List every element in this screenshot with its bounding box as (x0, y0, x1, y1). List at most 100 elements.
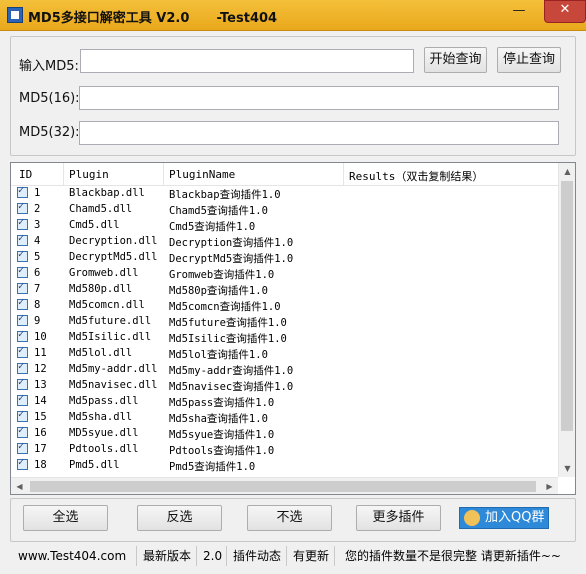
status-update-state: 有更新 (289, 546, 335, 566)
row-plugin-name: Blackbap查询插件1.0 (169, 189, 281, 201)
table-row[interactable]: 4 Decryption.dll Decryption查询插件1.0 (11, 233, 560, 250)
table-row[interactable]: 3 Cmd5.dll Cmd5查询插件1.0 (11, 217, 560, 234)
row-id: 11 (34, 347, 47, 359)
table-row[interactable]: 14 Md5pass.dll Md5pass查询插件1.0 (11, 393, 560, 410)
select-none-button[interactable]: 不选 (247, 505, 332, 531)
row-checkbox[interactable] (17, 329, 28, 342)
status-latest-version-label: 最新版本 (139, 546, 197, 566)
scroll-up-arrow-icon[interactable]: ▲ (559, 163, 575, 180)
header-plugin-name[interactable]: PluginName (169, 168, 235, 181)
row-id: 5 (34, 251, 41, 263)
table-row[interactable]: 5 DecryptMd5.dll DecryptMd5查询插件1.0 (11, 249, 560, 266)
join-qq-group-button[interactable]: 加入QQ群 (459, 507, 549, 529)
row-id: 13 (34, 379, 47, 391)
row-plugin: Md5Isilic.dll (69, 331, 152, 343)
row-checkbox[interactable] (17, 233, 28, 246)
table-row[interactable]: 10 Md5Isilic.dll Md5Isilic查询插件1.0 (11, 329, 560, 346)
vertical-scroll-thumb[interactable] (561, 181, 573, 431)
stop-query-button[interactable]: 停止查询 (497, 47, 561, 73)
more-plugins-button[interactable]: 更多插件 (356, 505, 441, 531)
row-plugin-name: Md5lol查询插件1.0 (169, 349, 268, 361)
md5-input-label: 输入MD5: (19, 59, 79, 74)
row-plugin: Md5my-addr.dll (69, 363, 158, 375)
grid-rows: 1 Blackbap.dll Blackbap查询插件1.0 2 Chamd5.dll C… (11, 185, 560, 474)
row-plugin-name: Decryption查询插件1.0 (169, 237, 294, 249)
row-checkbox[interactable] (17, 281, 28, 294)
row-plugin: Md5pass.dll (69, 395, 139, 407)
row-checkbox[interactable] (17, 457, 28, 470)
row-plugin-name: Md5my-addr查询插件1.0 (169, 365, 294, 377)
row-plugin: MD5syue.dll (69, 427, 139, 439)
row-checkbox[interactable] (17, 185, 28, 198)
row-checkbox[interactable] (17, 265, 28, 278)
row-plugin: DecryptMd5.dll (69, 251, 158, 263)
table-row[interactable]: 7 Md580p.dll Md580p查询插件1.0 (11, 281, 560, 298)
minimize-button[interactable]: — (506, 2, 532, 22)
row-plugin-name: Md5future查询插件1.0 (169, 317, 287, 329)
md5-input[interactable] (80, 49, 414, 73)
table-row[interactable]: 11 Md5lol.dll Md5lol查询插件1.0 (11, 345, 560, 362)
row-plugin-name: Md5syue查询插件1.0 (169, 429, 275, 441)
row-checkbox[interactable] (17, 201, 28, 214)
scroll-down-arrow-icon[interactable]: ▼ (559, 460, 575, 477)
row-id: 12 (34, 363, 47, 375)
table-row[interactable]: 2 Chamd5.dll Chamd5查询插件1.0 (11, 201, 560, 218)
row-id: 14 (34, 395, 47, 407)
table-row[interactable]: 13 Md5navisec.dll Md5navisec查询插件1.0 (11, 377, 560, 394)
invert-selection-button[interactable]: 反选 (137, 505, 222, 531)
row-plugin: Md5future.dll (69, 315, 152, 327)
row-checkbox[interactable] (17, 393, 28, 406)
row-checkbox[interactable] (17, 217, 28, 230)
row-id: 17 (34, 443, 47, 455)
md5-32-label: MD5(32): (19, 125, 80, 140)
table-row[interactable]: 17 Pdtools.dll Pdtools查询插件1.0 (11, 441, 560, 458)
row-plugin: Md5comcn.dll (69, 299, 145, 311)
status-site[interactable]: www.Test404.com (14, 546, 137, 566)
row-checkbox[interactable] (17, 297, 28, 310)
row-checkbox[interactable] (17, 377, 28, 390)
table-row[interactable]: 9 Md5future.dll Md5future查询插件1.0 (11, 313, 560, 330)
row-checkbox[interactable] (17, 313, 28, 326)
header-id[interactable]: ID (19, 168, 32, 181)
row-id: 18 (34, 459, 47, 471)
table-row[interactable]: 16 MD5syue.dll Md5syue查询插件1.0 (11, 425, 560, 442)
select-all-button[interactable]: 全选 (23, 505, 108, 531)
horizontal-scrollbar[interactable]: ◀ ▶ (11, 477, 558, 494)
vertical-scrollbar[interactable]: ▲ ▼ (558, 163, 575, 477)
row-plugin: Blackbap.dll (69, 187, 145, 199)
row-plugin: Chamd5.dll (69, 203, 133, 215)
table-row[interactable]: 18 Pmd5.dll Pmd5查询插件1.0 (11, 457, 560, 474)
md5-16-field[interactable] (79, 86, 559, 110)
row-plugin: Gromweb.dll (69, 267, 139, 279)
horizontal-scroll-thumb[interactable] (30, 481, 536, 492)
row-checkbox[interactable] (17, 441, 28, 454)
row-plugin-name: Gromweb查询插件1.0 (169, 269, 275, 281)
plugin-grid[interactable]: ID Plugin PluginName Results（双击复制结果） 1 Bl… (10, 162, 576, 495)
row-checkbox[interactable] (17, 345, 28, 358)
table-row[interactable]: 1 Blackbap.dll Blackbap查询插件1.0 (11, 185, 560, 202)
row-checkbox[interactable] (17, 361, 28, 374)
table-row[interactable]: 8 Md5comcn.dll Md5comcn查询插件1.0 (11, 297, 560, 314)
header-plugin[interactable]: Plugin (69, 168, 109, 181)
md5-16-label: MD5(16): (19, 91, 80, 106)
row-checkbox[interactable] (17, 249, 28, 262)
row-checkbox[interactable] (17, 409, 28, 422)
window-title: MD5多接口解密工具 V2.0 -Test404 (28, 11, 278, 26)
table-row[interactable]: 15 Md5sha.dll Md5sha查询插件1.0 (11, 409, 560, 426)
header-results[interactable]: Results（双击复制结果） (349, 168, 483, 184)
start-query-button[interactable]: 开始查询 (424, 47, 487, 73)
row-plugin: Cmd5.dll (69, 219, 120, 231)
close-button[interactable]: ✕ (544, 0, 586, 23)
status-message: 您的插件数量不是很完整 请更新插件~~ (345, 549, 561, 563)
row-plugin-name: Md5sha查询插件1.0 (169, 413, 268, 425)
table-row[interactable]: 12 Md5my-addr.dll Md5my-addr查询插件1.0 (11, 361, 560, 378)
table-row[interactable]: 6 Gromweb.dll Gromweb查询插件1.0 (11, 265, 560, 282)
row-plugin: Pdtools.dll (69, 443, 139, 455)
scroll-right-arrow-icon[interactable]: ▶ (541, 478, 558, 494)
md5-32-field[interactable] (79, 121, 559, 145)
row-id: 4 (34, 235, 41, 247)
join-qq-label: 加入QQ群 (485, 510, 545, 525)
row-checkbox[interactable] (17, 425, 28, 438)
row-plugin-name: DecryptMd5查询插件1.0 (169, 253, 294, 265)
scroll-left-arrow-icon[interactable]: ◀ (11, 478, 28, 494)
